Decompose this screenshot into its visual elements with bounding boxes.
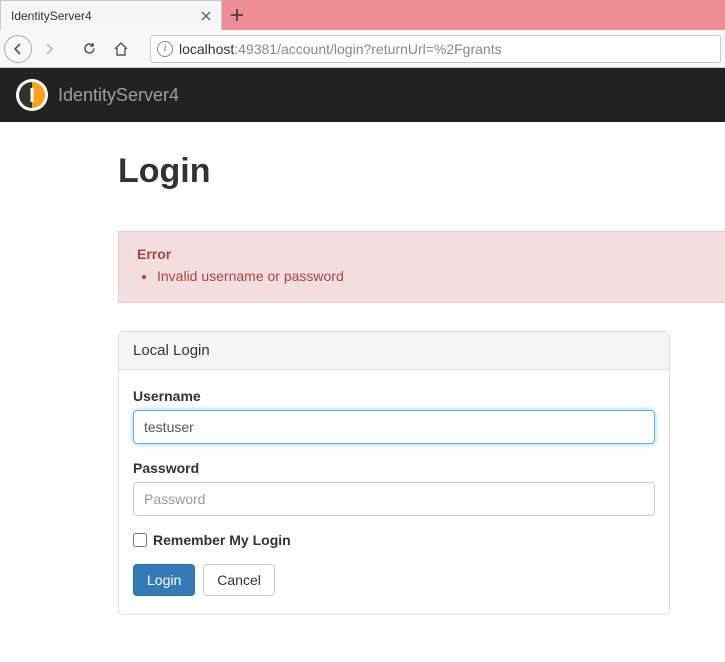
username-label: Username — [133, 388, 655, 404]
password-label: Password — [133, 460, 655, 476]
panel-heading: Local Login — [119, 332, 669, 370]
forward-button[interactable] — [34, 34, 64, 64]
login-panel: Local Login Username Password Remember M… — [118, 331, 670, 615]
browser-tab-bar: IdentityServer4 — [0, 0, 725, 30]
new-tab-button[interactable] — [222, 0, 252, 30]
remember-label: Remember My Login — [153, 532, 291, 548]
brand-name[interactable]: IdentityServer4 — [58, 85, 179, 106]
error-title: Error — [137, 246, 707, 262]
login-button[interactable]: Login — [133, 564, 195, 596]
back-button[interactable] — [4, 35, 32, 63]
username-input[interactable] — [133, 410, 655, 444]
remember-checkbox[interactable] — [133, 533, 147, 547]
url-path: :49381/account/login?returnUrl=%2Fgrants — [234, 41, 501, 57]
page-title: Login — [118, 152, 725, 191]
tab-title: IdentityServer4 — [11, 9, 199, 23]
error-alert: Error Invalid username or password — [118, 231, 725, 303]
password-input[interactable] — [133, 482, 655, 516]
browser-nav-bar: i localhost:49381/account/login?returnUr… — [0, 30, 725, 68]
reload-button[interactable] — [74, 34, 104, 64]
home-button[interactable] — [106, 34, 136, 64]
error-message: Invalid username or password — [157, 268, 707, 284]
cancel-button[interactable]: Cancel — [203, 564, 275, 596]
url-host: localhost — [179, 41, 234, 57]
browser-tab[interactable]: IdentityServer4 — [0, 0, 222, 30]
brand-bar: IdentityServer4 — [0, 68, 725, 122]
close-icon[interactable] — [199, 9, 213, 23]
brand-logo-icon — [16, 79, 48, 111]
info-icon[interactable]: i — [157, 41, 173, 57]
page-content: Login Error Invalid username or password… — [0, 122, 725, 615]
url-bar[interactable]: i localhost:49381/account/login?returnUr… — [150, 35, 721, 63]
